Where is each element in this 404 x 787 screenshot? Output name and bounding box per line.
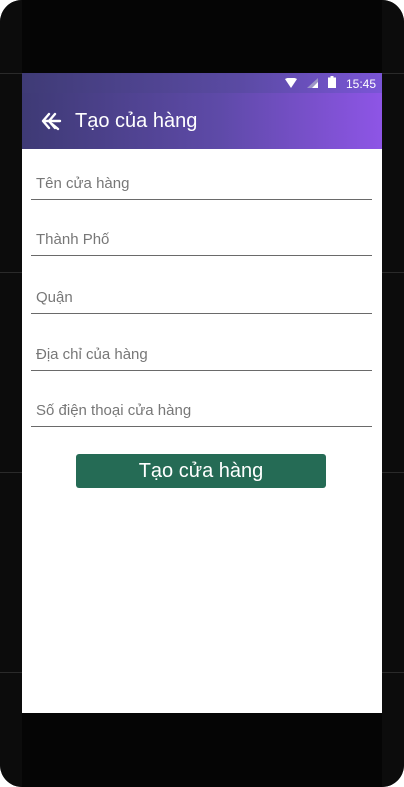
app-bar: Tạo của hàng (22, 93, 382, 149)
back-arrow-icon[interactable] (40, 110, 62, 132)
status-bar: 15:45 (22, 73, 382, 93)
phone-field (31, 396, 372, 427)
app-screen: 15:45 Tạo của hàng Tên cửa hàng Thành Ph… (22, 73, 382, 713)
phone-input[interactable] (31, 396, 371, 424)
status-time: 15:45 (345, 76, 376, 91)
page-title: Tạo của hàng (75, 110, 198, 132)
create-store-button[interactable]: Tạo cửa hàng (76, 454, 326, 488)
device-bezel-right (382, 0, 404, 787)
wifi-icon (284, 77, 297, 91)
store-name-input[interactable] (31, 169, 371, 197)
district-field (31, 283, 372, 314)
district-input[interactable] (31, 283, 371, 311)
city-input[interactable] (31, 225, 371, 253)
address-field (31, 340, 372, 371)
city-field (31, 225, 372, 256)
device-bezel-left (0, 0, 22, 787)
address-input[interactable] (31, 340, 371, 368)
cell-signal-icon (306, 77, 318, 91)
store-name-field (31, 169, 372, 200)
battery-icon (327, 76, 336, 91)
phone-device-frame: 15:45 Tạo của hàng Tên cửa hàng Thành Ph… (0, 0, 404, 787)
